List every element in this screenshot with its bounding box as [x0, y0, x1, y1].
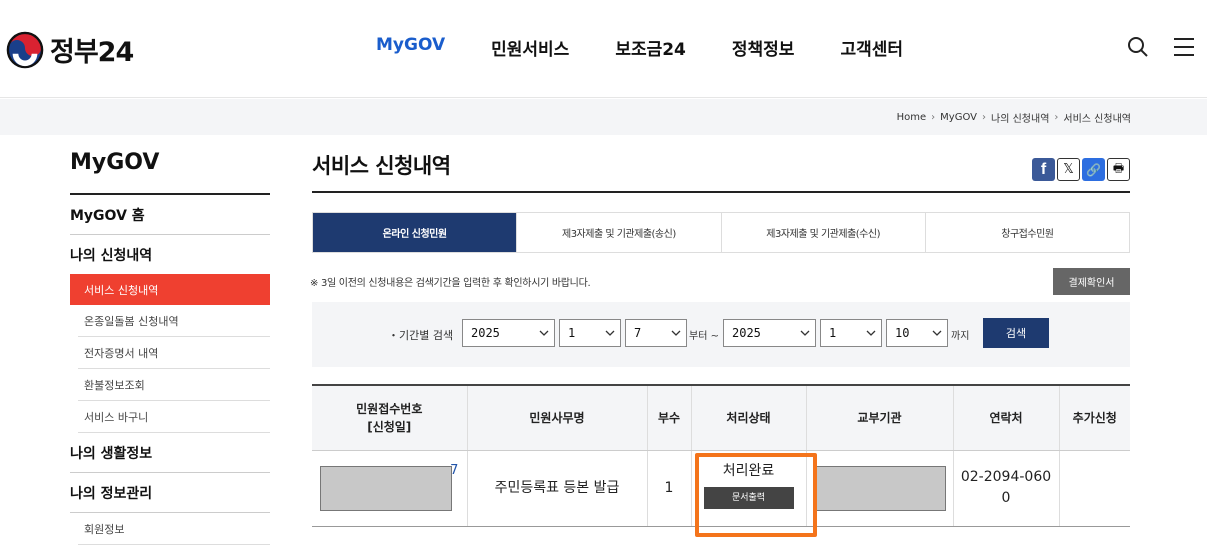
site-header: 정부24 MyGOV 민원서비스 보조금24 정책정보 고객센터	[0, 0, 1207, 98]
table-row: 7 주민등록표 등본 발급 1 처리완료 문서출력 02-2094-060 0	[312, 450, 1130, 537]
to-day-select[interactable]: 10	[886, 319, 948, 347]
period-notice: ※ 3일 이전의 신청내용은 검색기간을 입력한 후 확인하시기 바랍니다.	[310, 278, 591, 289]
col-issuing-agency: 교부기관	[806, 384, 954, 451]
taegeuk-logo-icon	[6, 31, 44, 68]
sidebar-item-e-certificates[interactable]: 전자증명서 내역	[78, 337, 270, 369]
sidebar-item-all-day-care[interactable]: 온종일돌봄 신청내역	[78, 305, 270, 337]
to-year-select[interactable]: 2025	[723, 319, 816, 347]
breadcrumb-separator-icon: ›	[931, 112, 936, 123]
breadcrumb-band: Home › MyGOV › 나의 신청내역 › 서비스 신청내역	[0, 99, 1207, 135]
from-year-select[interactable]: 2025	[462, 319, 555, 347]
sidebar-section-my-info[interactable]: 나의 정보관리	[70, 473, 270, 513]
col-receipt-number-label: 민원접수번호 [신청일]	[356, 401, 423, 434]
chevron-down-icon	[539, 330, 549, 336]
sidebar-section-life-info[interactable]: 나의 생활정보	[70, 433, 270, 473]
tab-online-applications[interactable]: 온라인 신청민원	[313, 213, 518, 252]
application-tabs: 온라인 신청민원 제3자제출 및 기관제출(송신) 제3자제출 및 기관제출(수…	[312, 212, 1130, 253]
period-search-box: ・기간별 검색 2025 1 7 부터 ~ 2025 1 10 까지 검색	[312, 302, 1130, 367]
to-suffix: 까지	[951, 331, 970, 342]
logo-text: 정부24	[50, 37, 134, 68]
col-status: 처리상태	[691, 384, 807, 451]
nav-subsidy24[interactable]: 보조금24	[615, 35, 686, 60]
site-logo[interactable]: 정부24	[6, 30, 134, 69]
chevron-down-icon	[866, 330, 876, 336]
chevron-down-icon	[605, 330, 615, 336]
sidebar-item-mygov-home[interactable]: MyGOV 홈	[70, 195, 270, 235]
col-contact: 연락처	[953, 384, 1060, 451]
cell-service-name: 주민등록표 등본 발급	[467, 450, 648, 527]
table-header-row: 민원접수번호 [신청일] 민원사무명 부수 처리상태 교부기관 연락처 추가신청	[312, 384, 1130, 451]
breadcrumb-current: 서비스 신청내역	[1063, 114, 1131, 125]
cell-extra-request	[1059, 450, 1130, 527]
status-highlight-box	[694, 452, 817, 537]
breadcrumb-home[interactable]: Home	[897, 112, 927, 123]
cell-receipt-number[interactable]: 7	[312, 450, 468, 527]
page-title: 서비스 신청내역	[312, 150, 1130, 193]
print-icon[interactable]: 🖶	[1107, 158, 1130, 181]
col-extra-request: 추가신청	[1059, 384, 1130, 451]
redacted-block	[320, 465, 453, 511]
menu-icon[interactable]	[1172, 36, 1196, 58]
from-suffix: 부터 ~	[689, 331, 719, 342]
tab-counter-applications[interactable]: 창구접수민원	[926, 213, 1129, 252]
receipt-number-tail[interactable]: 7	[450, 463, 458, 478]
tab-third-party-sent[interactable]: 제3자제출 및 기관제출(송신)	[517, 213, 722, 252]
breadcrumb: Home › MyGOV › 나의 신청내역 › 서비스 신청내역	[897, 110, 1131, 125]
period-search-label: ・기간별 검색	[388, 329, 454, 342]
sidebar-item-refund-lookup[interactable]: 환불정보조회	[78, 369, 270, 401]
cell-contact: 02-2094-060 0	[953, 450, 1060, 527]
share-toolbar: f 𝕏 🔗 🖶	[1030, 158, 1130, 181]
sidebar-item-service-applications[interactable]: 서비스 신청내역	[70, 274, 270, 305]
nav-mygov[interactable]: MyGOV	[376, 35, 445, 60]
from-day-select[interactable]: 7	[625, 319, 687, 347]
col-service-name: 민원사무명	[467, 384, 648, 451]
search-icon[interactable]	[1127, 36, 1149, 58]
cell-copies: 1	[647, 450, 692, 527]
contact-phone: 02-2094-060 0	[960, 469, 1052, 506]
chevron-down-icon	[671, 330, 681, 336]
x-icon[interactable]: 𝕏	[1057, 158, 1080, 181]
redacted-block	[813, 465, 946, 511]
nav-policy-info[interactable]: 정책정보	[732, 35, 795, 60]
sidebar-title: MyGOV	[70, 150, 270, 195]
col-receipt-number: 민원접수번호 [신청일]	[312, 384, 468, 451]
to-month-select[interactable]: 1	[820, 319, 882, 347]
col-copies: 부수	[647, 384, 692, 451]
breadcrumb-separator-icon: ›	[982, 112, 987, 123]
from-month-select[interactable]: 1	[559, 319, 621, 347]
payment-receipt-button[interactable]: 결제확인서	[1053, 268, 1130, 295]
search-button[interactable]: 검색	[983, 318, 1049, 348]
nav-civil-service[interactable]: 민원서비스	[491, 35, 569, 60]
main-content: 서비스 신청내역 f 𝕏 🔗 🖶 온라인 신청민원 제3자제출 및 기관제출(송…	[310, 150, 1130, 537]
sidebar: MyGOV MyGOV 홈 나의 신청내역 서비스 신청내역 온종일돌봄 신청내…	[70, 150, 270, 545]
chevron-down-icon	[800, 330, 810, 336]
sidebar-item-member-info[interactable]: 회원정보	[78, 513, 270, 545]
chevron-down-icon	[932, 330, 942, 336]
link-icon[interactable]: 🔗	[1082, 158, 1105, 181]
sidebar-item-service-basket[interactable]: 서비스 바구니	[78, 401, 270, 433]
sidebar-section-my-applications[interactable]: 나의 신청내역	[70, 235, 270, 274]
nav-customer-center[interactable]: 고객센터	[840, 35, 903, 60]
breadcrumb-my-applications[interactable]: 나의 신청내역	[991, 110, 1049, 125]
breadcrumb-mygov[interactable]: MyGOV	[940, 112, 977, 123]
tab-third-party-received[interactable]: 제3자제출 및 기관제출(수신)	[722, 213, 926, 252]
cell-status: 처리완료 문서출력	[691, 450, 817, 537]
global-nav: MyGOV 민원서비스 보조금24 정책정보 고객센터	[376, 35, 949, 60]
facebook-icon[interactable]: f	[1032, 158, 1055, 181]
breadcrumb-separator-icon: ›	[1054, 112, 1059, 123]
applications-table: 민원접수번호 [신청일] 민원사무명 부수 처리상태 교부기관 연락처 추가신청 …	[312, 384, 1130, 537]
cell-issuing-agency	[806, 450, 954, 527]
